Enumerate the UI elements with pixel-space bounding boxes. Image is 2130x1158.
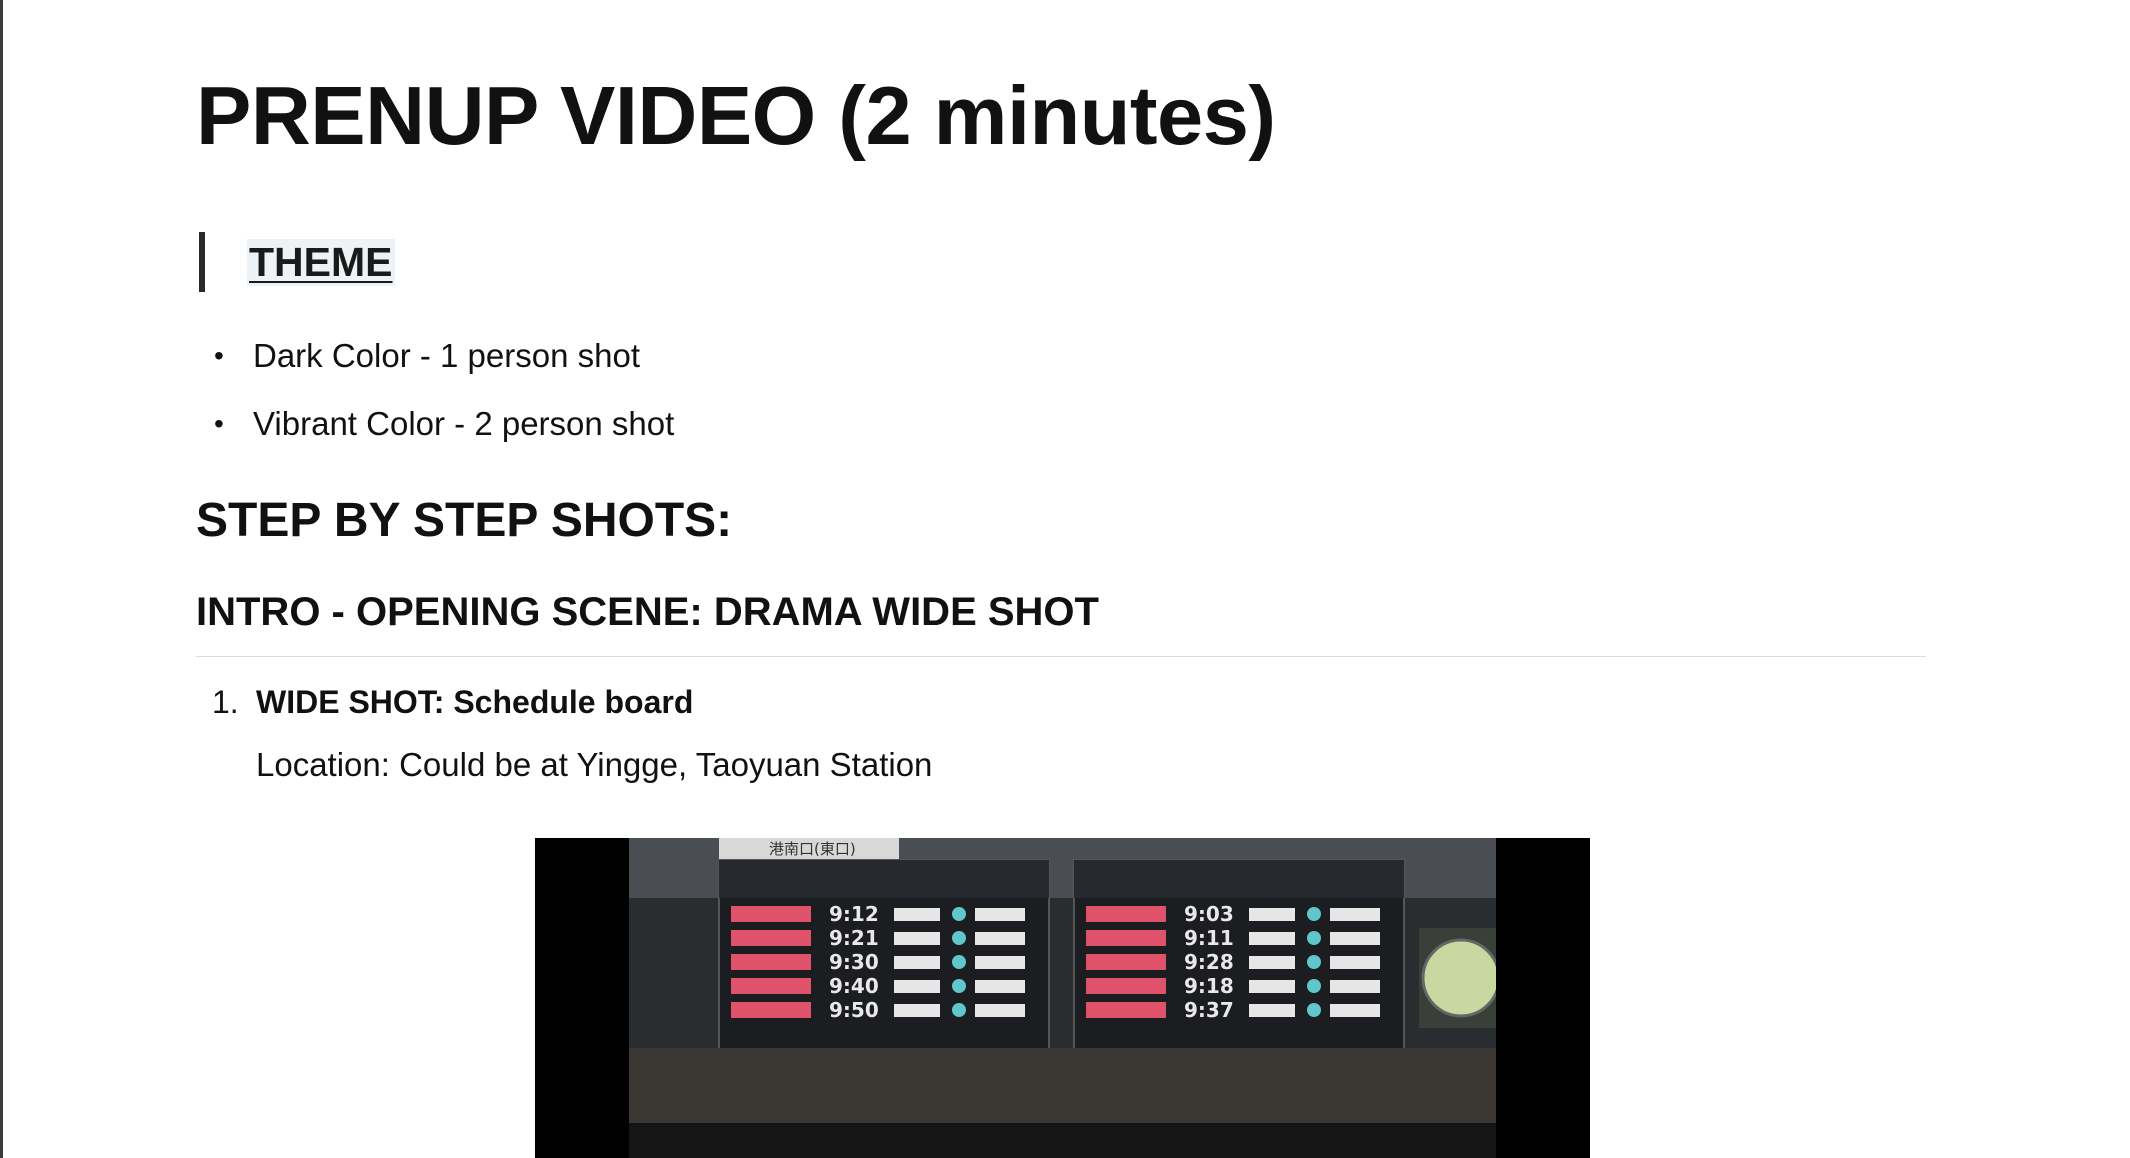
board-destination: [1249, 932, 1295, 945]
board-line-label: [1086, 978, 1166, 994]
board-line-label: [1086, 1002, 1166, 1018]
video-embed[interactable]: 港南口(東口) 9:12 9:21 9:30 9:40 9:50 9:03 9:11 9:2…: [535, 838, 1590, 1158]
board-destination: [894, 980, 940, 993]
shot-title: WIDE SHOT: Schedule board: [256, 684, 694, 720]
board-indicator: [952, 1003, 966, 1017]
board-time: 9:40: [829, 974, 879, 998]
board-time: 9:03: [1184, 902, 1234, 926]
board-line-label: [731, 954, 811, 970]
board-time: 9:30: [829, 950, 879, 974]
board-line-label: [1086, 906, 1166, 922]
board-cars: [975, 980, 1025, 993]
board-destination: [1249, 956, 1295, 969]
board-time: 9:11: [1184, 926, 1234, 950]
shot-location: Location: Could be at Yingge, Taoyuan St…: [256, 746, 933, 783]
board-cars: [975, 1004, 1025, 1017]
page-title: PRENUP VIDEO (2 minutes): [196, 69, 1276, 162]
board-sign-text: 港南口(東口): [769, 840, 856, 858]
board-cars: [1330, 908, 1380, 921]
board-indicator: [1307, 979, 1321, 993]
video-frame-image: 港南口(東口) 9:129:219:309:409:50 9:039:119:2…: [629, 838, 1496, 1158]
board-cars: [1330, 956, 1380, 969]
theme-callout: THEME: [199, 232, 395, 292]
section-heading: STEP BY STEP SHOTS:: [196, 494, 733, 547]
board-destination: [894, 908, 940, 921]
board-destination: [894, 956, 940, 969]
board-cars: [1330, 932, 1380, 945]
board-indicator: [1307, 907, 1321, 921]
board-line-label: [731, 978, 811, 994]
board-time: 9:37: [1184, 998, 1234, 1022]
board-cars: [1330, 1004, 1380, 1017]
board-line-label: [731, 1002, 811, 1018]
board-cars: [975, 908, 1025, 921]
list-number: 1.: [212, 684, 239, 720]
board-indicator: [952, 979, 966, 993]
board-time: 9:21: [829, 926, 879, 950]
board-indicator: [1307, 931, 1321, 945]
board-cars: [1330, 980, 1380, 993]
board-time: 9:18: [1184, 974, 1234, 998]
divider: [196, 656, 1926, 657]
board-cars: [975, 956, 1025, 969]
board-destination: [1249, 908, 1295, 921]
board-destination: [894, 932, 940, 945]
theme-list: Dark Color - 1 person shot Vibrant Color…: [196, 332, 674, 468]
board-destination: [894, 1004, 940, 1017]
board-line-label: [1086, 954, 1166, 970]
board-indicator: [952, 955, 966, 969]
board-indicator: [1307, 955, 1321, 969]
board-destination: [1249, 980, 1295, 993]
board-line-label: [731, 930, 811, 946]
board-line-label: [731, 906, 811, 922]
board-indicator: [952, 931, 966, 945]
board-time: 9:28: [1184, 950, 1234, 974]
board-indicator: [1307, 1003, 1321, 1017]
list-item: Vibrant Color - 2 person shot: [196, 400, 674, 468]
board-line-label: [1086, 930, 1166, 946]
document-page: PRENUP VIDEO (2 minutes) THEME Dark Colo…: [0, 0, 2130, 1158]
board-time: 9:50: [829, 998, 879, 1022]
theme-heading[interactable]: THEME: [247, 238, 395, 286]
board-cars: [975, 932, 1025, 945]
board-destination: [1249, 1004, 1295, 1017]
board-time: 9:12: [829, 902, 879, 926]
subsection-heading: INTRO - OPENING SCENE: DRAMA WIDE SHOT: [196, 590, 1099, 634]
list-item: Dark Color - 1 person shot: [196, 332, 674, 400]
board-indicator: [952, 907, 966, 921]
